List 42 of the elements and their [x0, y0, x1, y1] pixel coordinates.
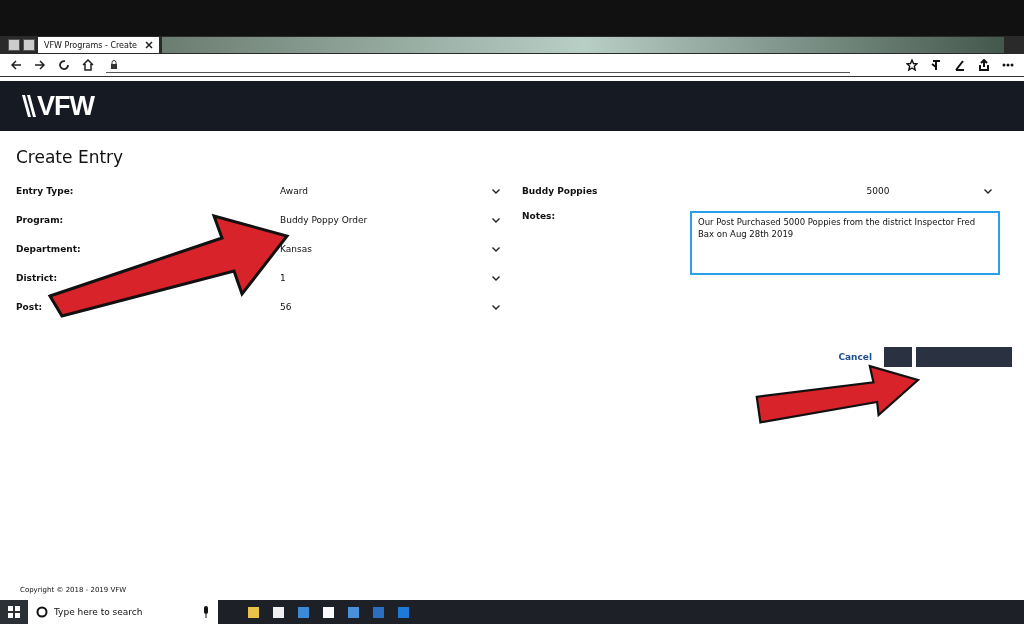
close-icon[interactable]	[145, 41, 153, 49]
chevron-icon	[492, 217, 500, 223]
field-label: Post:	[16, 302, 44, 312]
field-label: Notes:	[522, 211, 557, 221]
lock-icon	[110, 59, 118, 70]
dropdown[interactable]: Kansas	[280, 239, 504, 259]
star-icon[interactable]	[906, 59, 918, 71]
share-icon[interactable]	[978, 59, 990, 71]
start-icon[interactable]	[0, 600, 28, 624]
dropdown[interactable]: 1	[280, 268, 504, 288]
slash-icon	[22, 95, 36, 117]
circle-icon	[36, 606, 48, 618]
field-label: Buddy Poppies	[522, 186, 599, 196]
forward-icon[interactable]	[34, 59, 46, 71]
more-icon[interactable]	[1002, 63, 1014, 67]
browser-tab[interactable]: VFW Programs - Create	[38, 37, 159, 53]
field-label: Department:	[16, 244, 82, 254]
dropdown[interactable]: 56	[280, 297, 504, 317]
address-field[interactable]	[106, 57, 850, 73]
refresh-icon[interactable]	[58, 59, 70, 71]
tab-icon[interactable]	[23, 39, 35, 51]
chevron-icon	[492, 304, 500, 310]
back-icon[interactable]	[10, 59, 22, 71]
field-label: Program:	[16, 215, 65, 225]
search-field[interactable]: Type here to search	[28, 600, 218, 624]
chevron-icon	[492, 246, 500, 252]
field-label: Entry Type:	[16, 186, 75, 196]
microphone-icon[interactable]	[202, 606, 210, 618]
chevron-icon	[492, 275, 500, 281]
dropdown[interactable]: Award	[280, 181, 504, 201]
dropdown[interactable]: Buddy Poppy Order	[280, 210, 504, 230]
logo[interactable]: VFW	[22, 90, 94, 122]
chevron-icon	[492, 188, 500, 194]
page-title: Create Entry	[16, 147, 125, 167]
pen-icon[interactable]	[954, 59, 966, 71]
dropdown[interactable]: 5000	[772, 181, 996, 201]
tab-icon[interactable]	[8, 39, 20, 51]
home-icon[interactable]	[82, 59, 94, 71]
chevron-icon	[984, 188, 992, 194]
field-label: District:	[16, 273, 58, 283]
notes-field[interactable]: Our Post Purchased 5000 Poppies from the district Inspector Fred Bax on Aug 28th 2019	[690, 211, 1000, 275]
cancel-link[interactable]: Cancel	[838, 352, 872, 362]
